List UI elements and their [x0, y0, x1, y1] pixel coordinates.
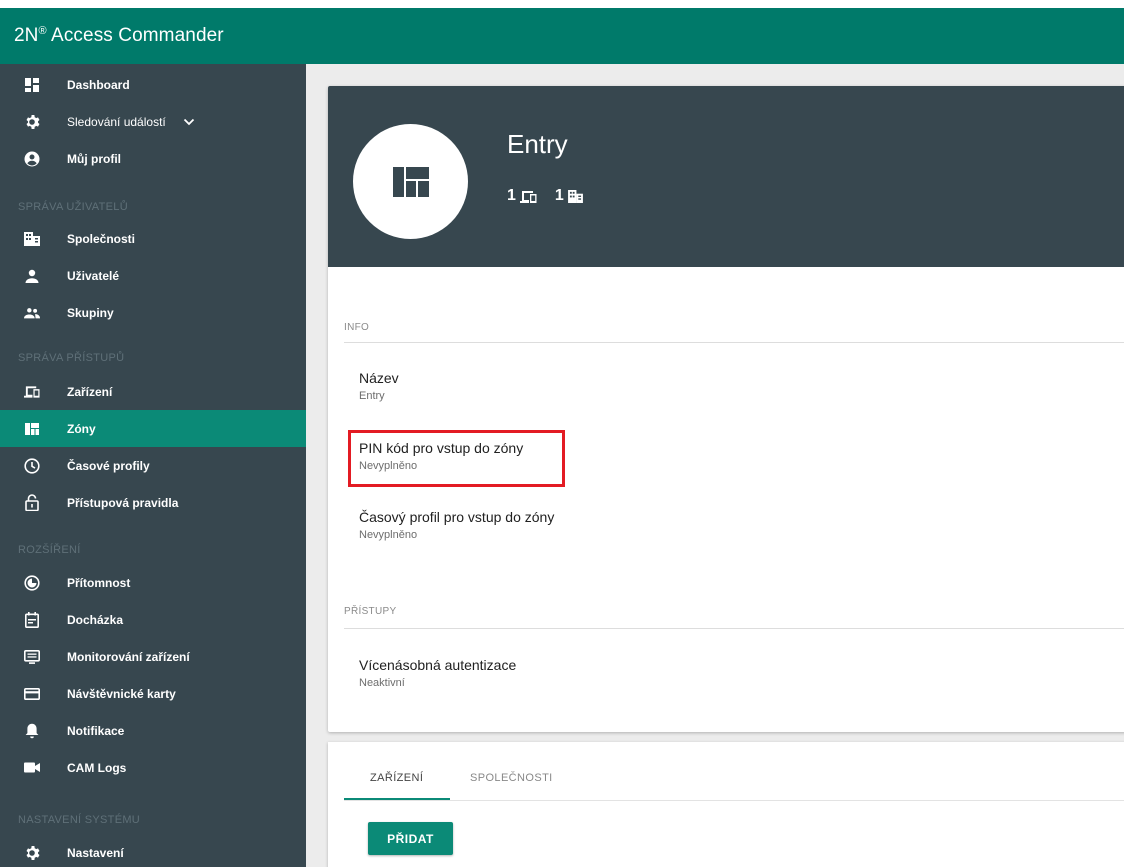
sidebar-item-label: Nastavení: [67, 845, 124, 860]
field-name-value: Entry: [359, 390, 385, 402]
field-time-profile-value: Nevyplněno: [359, 529, 418, 541]
sidebar-item-event-monitoring[interactable]: Sledování událostí: [0, 103, 306, 140]
card-icon: [24, 686, 40, 702]
presence-icon: [24, 574, 40, 591]
devices-icon: [24, 384, 40, 400]
zones-icon: [24, 421, 40, 437]
sidebar-item-device-monitoring[interactable]: Monitorování zařízení: [0, 638, 306, 675]
sidebar-item-label: Časové profily: [67, 458, 150, 473]
sidebar-item-notifications[interactable]: Notifikace: [0, 712, 306, 749]
sidebar-item-visitor-cards[interactable]: Návštěvnické karty: [0, 675, 306, 712]
sidebar-item-my-profile[interactable]: Můj profil: [0, 140, 306, 177]
tab-devices[interactable]: ZAŘÍZENÍ: [370, 772, 423, 784]
sidebar-section-extensions: ROZŠÍŘENÍ: [18, 544, 81, 556]
zone-stats: 1 1: [507, 187, 601, 205]
lock-icon: [24, 494, 40, 511]
attendance-icon: [24, 611, 40, 628]
sidebar-item-access-rules[interactable]: Přístupová pravidla: [0, 484, 306, 521]
sidebar-item-label: Dashboard: [67, 77, 130, 92]
sidebar-item-label: Návštěvnické karty: [67, 686, 176, 701]
sidebar-item-attendance[interactable]: Docházka: [0, 601, 306, 638]
zone-avatar: [353, 124, 468, 239]
sidebar-item-groups[interactable]: Skupiny: [0, 294, 306, 331]
zone-title: Entry: [507, 129, 568, 159]
app-title-product: Access Commander: [46, 25, 224, 46]
highlight-box: [348, 430, 565, 487]
sidebar-item-dashboard[interactable]: Dashboard: [0, 66, 306, 103]
company-count: 1: [554, 187, 564, 204]
sidebar-item-label: Přístupová pravidla: [67, 495, 179, 510]
top-strip: [0, 0, 1124, 8]
field-time-profile-label[interactable]: Časový profil pro vstup do zóny: [359, 509, 554, 525]
sidebar-item-label: Společnosti: [67, 231, 136, 246]
sidebar: Dashboard Sledování událostí Můj profil …: [0, 64, 306, 867]
sidebar-section-access: SPRÁVA PŘÍSTUPŮ: [18, 352, 125, 364]
sidebar-item-cam-logs[interactable]: CAM Logs: [0, 749, 306, 786]
company-icon: [567, 189, 583, 203]
sidebar-item-label: Skupiny: [67, 305, 114, 320]
sidebar-section-system: NASTAVENÍ SYSTÉMU: [18, 814, 141, 826]
company-icon: [24, 231, 40, 247]
divider: [344, 628, 1124, 629]
tabs-divider: [344, 800, 1124, 801]
app-title-brand: 2N: [14, 25, 39, 46]
gear-icon: [24, 114, 40, 130]
app-title-registered: ®: [38, 25, 47, 37]
sidebar-item-settings[interactable]: Nastavení: [0, 834, 306, 867]
zone-header: Entry 1 1: [328, 86, 1124, 267]
sidebar-item-devices[interactable]: Zařízení: [0, 373, 306, 410]
add-button[interactable]: PŘIDAT: [368, 822, 453, 855]
sidebar-item-time-profiles[interactable]: Časové profily: [0, 447, 306, 484]
sidebar-item-zones[interactable]: Zóny: [0, 410, 306, 447]
field-name-label: Název: [359, 370, 399, 386]
sidebar-item-label: Zařízení: [67, 384, 113, 399]
section-access-title: PŘÍSTUPY: [344, 606, 397, 617]
sidebar-item-users[interactable]: Uživatelé: [0, 257, 306, 294]
group-icon: [24, 305, 40, 321]
monitor-icon: [24, 649, 40, 665]
tab-active-indicator: [344, 798, 450, 800]
tab-companies[interactable]: SPOLEČNOSTI: [470, 772, 553, 784]
app-title[interactable]: 2N® Access Commander: [14, 25, 224, 47]
zones-icon: [392, 166, 429, 197]
sidebar-item-label: Uživatelé: [67, 268, 120, 283]
bell-icon: [24, 723, 40, 739]
sidebar-section-users: SPRÁVA UŽIVATELŮ: [18, 201, 128, 213]
sidebar-item-companies[interactable]: Společnosti: [0, 220, 306, 257]
camera-icon: [24, 760, 40, 776]
sidebar-item-label: Notifikace: [67, 723, 125, 738]
field-mfa-value: Neaktivní: [359, 677, 405, 689]
sidebar-item-label: CAM Logs: [67, 760, 127, 775]
chevron-down-icon[interactable]: [183, 117, 195, 127]
section-info-title: INFO: [344, 322, 370, 333]
account-circle-icon: [24, 151, 40, 167]
sidebar-item-label: Přítomnost: [67, 575, 131, 590]
devices-icon: [519, 190, 537, 203]
zone-detail-card: Entry 1 1 INFO Název Entry PIN kód pro v…: [328, 86, 1124, 732]
gear-icon: [24, 845, 40, 861]
divider: [344, 342, 1124, 343]
app-bar: 2N® Access Commander: [0, 8, 1124, 64]
device-count: 1: [507, 187, 516, 204]
field-mfa-label[interactable]: Vícenásobná autentizace: [359, 657, 516, 673]
sidebar-item-presence[interactable]: Přítomnost: [0, 564, 306, 601]
user-icon: [24, 268, 40, 284]
dashboard-icon: [24, 77, 40, 93]
sidebar-item-label: Docházka: [67, 612, 124, 627]
sidebar-item-label: Zóny: [67, 421, 96, 436]
sidebar-item-label: Sledování událostí: [67, 114, 166, 129]
sidebar-item-label: Můj profil: [67, 151, 121, 166]
clock-icon: [24, 457, 40, 474]
zone-relations-card: ZAŘÍZENÍ SPOLEČNOSTI PŘIDAT: [328, 742, 1124, 867]
sidebar-item-label: Monitorování zařízení: [67, 649, 190, 664]
